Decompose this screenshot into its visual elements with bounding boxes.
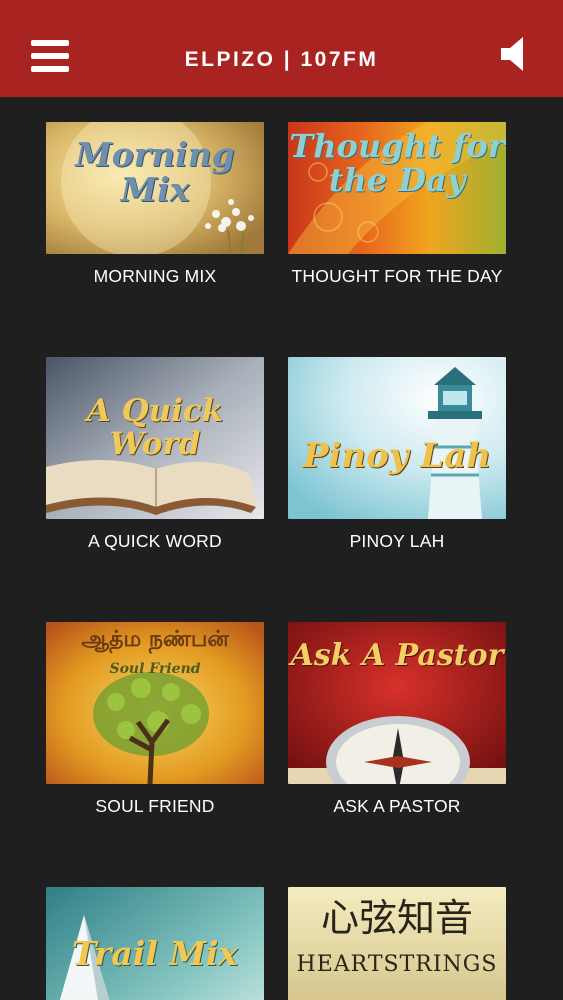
program-label: ASK A PASTOR — [333, 796, 461, 816]
program-thumbnail: Morning Mix — [46, 122, 264, 254]
sound-button[interactable] — [499, 34, 529, 74]
art-title-line: Thought for — [289, 127, 505, 165]
art-title-line: A Quick Word — [86, 393, 224, 462]
program-thumbnail: A Quick Word — [46, 357, 264, 519]
program-thumbnail: Pinoy Lah — [288, 357, 506, 519]
program-tile-soul-friend[interactable]: ஆத்ம நண்பன் Soul Friend SOUL FRIEND — [46, 622, 264, 817]
art-title-line: Ask A Pastor — [290, 638, 504, 673]
program-thumbnail: ஆத்ம நண்பன் Soul Friend — [46, 622, 264, 784]
art-title-line: Mix — [120, 169, 190, 209]
program-thumbnail: 心弦知音 HEARTSTRINGS — [288, 887, 506, 1000]
art-subtitle-line: Soul Friend — [109, 661, 201, 677]
program-tile-heartstrings[interactable]: 心弦知音 HEARTSTRINGS — [288, 887, 506, 1000]
program-grid: Morning Mix MORNING MIX Thought for the … — [0, 97, 563, 1000]
program-tile-trail-mix[interactable]: Trail Mix — [46, 887, 264, 1000]
program-label: A QUICK WORD — [88, 531, 222, 551]
program-tile-pinoy-lah[interactable]: Pinoy Lah PINOY LAH — [288, 357, 506, 552]
speaker-icon — [501, 37, 523, 71]
program-label: PINOY LAH — [349, 531, 445, 551]
art-title-line: Trail Mix — [71, 934, 239, 973]
app-header: ELPIZO | 107FM — [0, 0, 563, 97]
program-label: SOUL FRIEND — [95, 796, 215, 816]
program-tile-morning-mix[interactable]: Morning Mix MORNING MIX — [46, 122, 264, 287]
art-title-line: Morning — [75, 135, 235, 174]
art-title-line: Pinoy Lah — [302, 436, 492, 476]
art-title-line: ஆத்ம நண்பன் — [81, 627, 229, 652]
program-thumbnail: Thought for the Day — [288, 122, 506, 254]
art-title-line: 心弦知音 — [320, 896, 473, 940]
art-title-line: the Day — [328, 160, 466, 199]
program-tile-ask-a-pastor[interactable]: Ask A Pastor ASK A PASTOR — [288, 622, 506, 817]
program-tile-thought-for-the-day[interactable]: Thought for the Day THOUGHT FOR THE DAY — [288, 122, 506, 287]
program-thumbnail: Trail Mix — [46, 887, 264, 1000]
hamburger-menu-icon — [31, 40, 69, 46]
program-label: MORNING MIX — [93, 266, 217, 286]
art-subtitle-line: HEARTSTRINGS — [296, 952, 498, 977]
program-thumbnail: Ask A Pastor — [288, 622, 506, 784]
program-tile-a-quick-word[interactable]: A Quick Word A QUICK WORD — [46, 357, 264, 552]
program-label: THOUGHT FOR THE DAY — [291, 266, 503, 286]
app-title: ELPIZO | 107FM — [184, 48, 379, 71]
